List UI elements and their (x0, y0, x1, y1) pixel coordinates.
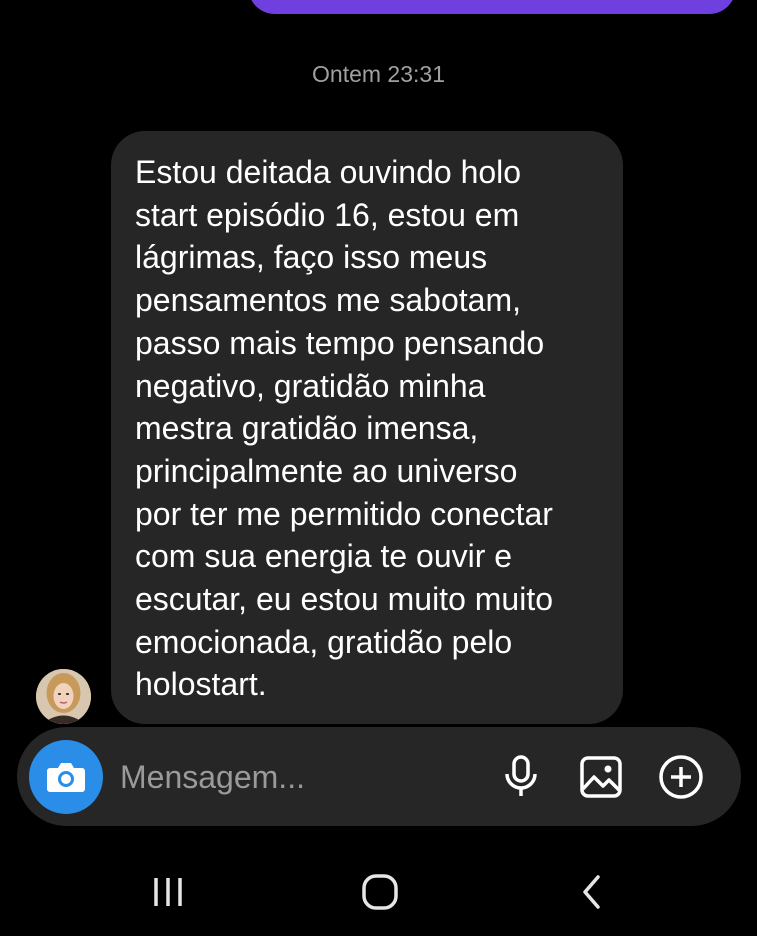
image-icon (580, 756, 622, 798)
microphone-button[interactable] (497, 753, 545, 801)
camera-icon (47, 763, 85, 792)
sent-message-bubble[interactable] (248, 0, 736, 14)
back-button[interactable] (562, 870, 622, 914)
message-input[interactable] (120, 757, 480, 797)
home-button[interactable] (350, 870, 410, 914)
received-message-text: Estou deitada ouvindo holo start episódi… (135, 154, 553, 703)
plus-circle-icon (659, 755, 703, 799)
received-message-bubble[interactable]: Estou deitada ouvindo holo start episódi… (111, 131, 623, 724)
more-options-button[interactable] (657, 753, 705, 801)
sender-avatar[interactable] (36, 669, 91, 724)
gallery-button[interactable] (577, 753, 625, 801)
home-icon (362, 874, 398, 910)
avatar-image (36, 669, 91, 724)
system-navigation-bar (0, 850, 757, 936)
back-icon (583, 875, 600, 909)
recent-apps-button[interactable] (138, 870, 198, 914)
camera-button[interactable] (29, 740, 103, 814)
message-timestamp: Ontem 23:31 (312, 61, 445, 87)
microphone-icon (505, 755, 537, 796)
recent-apps-icon (154, 878, 182, 906)
message-composer (17, 727, 741, 826)
